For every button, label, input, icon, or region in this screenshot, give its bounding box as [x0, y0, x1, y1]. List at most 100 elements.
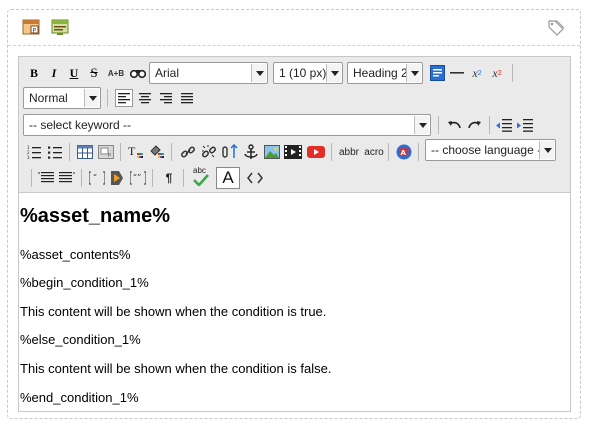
preview-icon[interactable] — [51, 18, 69, 36]
svg-text:T: T — [128, 144, 136, 158]
paragraph: This content will be shown when the cond… — [20, 304, 327, 319]
subscript-two: 2 — [477, 69, 482, 77]
toolbar-separator — [69, 143, 70, 161]
strikethrough-button[interactable]: S — [85, 64, 103, 82]
bold-button[interactable]: B — [25, 64, 43, 82]
heading-value: Heading 2 — [353, 66, 408, 80]
superscript-button[interactable]: x2 — [488, 64, 506, 82]
image-icon[interactable] — [263, 143, 281, 161]
quote-icon[interactable]: “ — [88, 169, 106, 187]
underline-button[interactable]: U — [65, 64, 83, 82]
table-properties-icon[interactable]: P — [97, 143, 115, 161]
toolbar-separator — [512, 64, 513, 82]
svg-text:A: A — [401, 149, 407, 157]
change-case-label: A+B — [107, 68, 125, 78]
keyword-value: -- select keyword -- — [29, 118, 132, 132]
pilcrow-glyph: ¶ — [165, 171, 173, 185]
svg-text:“: “ — [93, 173, 97, 182]
chevron-down-icon — [251, 64, 266, 82]
ordered-list-icon[interactable]: 123 — [25, 143, 43, 161]
toolbar-separator — [418, 143, 419, 161]
anchor-icon[interactable] — [242, 143, 260, 161]
wysiwyg-editor: B I U S A+B Arial 1 (10 px) Heading 2 x … — [18, 56, 571, 412]
acro-label: acro — [364, 146, 384, 158]
pilcrow-icon[interactable]: ¶ — [160, 169, 178, 187]
toolbar-separator — [81, 169, 82, 187]
block-style-icon[interactable] — [58, 169, 76, 187]
paragraph-style-value: Normal — [29, 91, 68, 105]
abbr-button[interactable]: abbr — [338, 143, 360, 161]
align-left-icon[interactable] — [115, 89, 133, 107]
toolbar-separator — [183, 169, 184, 187]
link-icon[interactable] — [179, 143, 197, 161]
bold-label: B — [29, 65, 38, 80]
font-family-value: Arial — [155, 66, 180, 80]
unlink-icon[interactable] — [200, 143, 218, 161]
align-center-icon[interactable] — [136, 89, 154, 107]
table-icon[interactable] — [76, 143, 94, 161]
svg-text:P: P — [33, 28, 37, 35]
style-icon[interactable] — [37, 169, 55, 187]
align-right-icon[interactable] — [157, 89, 175, 107]
align-justify-icon[interactable] — [178, 89, 196, 107]
video-icon[interactable] — [284, 143, 302, 161]
toolbar-separator — [489, 116, 490, 134]
find-replace-icon[interactable] — [129, 64, 147, 82]
redo-icon[interactable] — [466, 116, 484, 134]
chevron-down-icon — [84, 89, 99, 107]
text-color-a-label: A — [222, 168, 234, 187]
language-icon[interactable]: A — [395, 143, 413, 161]
toolbar-separator — [107, 89, 108, 107]
superscript-two: 2 — [497, 69, 502, 77]
container-top-bar: P — [8, 10, 580, 46]
paragraph-style-select[interactable]: Normal — [23, 87, 101, 109]
text-color-a-button[interactable]: A — [216, 167, 240, 189]
paragraph: %else_condition_1% — [20, 332, 141, 347]
keyword-select[interactable]: -- select keyword -- — [23, 114, 431, 136]
toolbar-separator — [331, 143, 332, 161]
asset-name-heading: %asset_name% — [20, 205, 171, 227]
outdent-icon[interactable] — [495, 116, 513, 134]
toolbar-separator — [388, 143, 389, 161]
youtube-icon[interactable] — [307, 143, 325, 161]
font-size-select[interactable]: 1 (10 px) — [273, 62, 343, 84]
strike-label: S — [90, 65, 98, 80]
inline-quote-icon[interactable]: “” — [129, 169, 147, 187]
toolbar-separator — [152, 169, 153, 187]
svg-text:P: P — [108, 153, 111, 159]
svg-text:3: 3 — [27, 155, 30, 159]
tag-icon[interactable] — [547, 18, 565, 36]
unordered-list-icon[interactable] — [46, 143, 64, 161]
chevron-down-icon — [414, 116, 429, 134]
paragraph: %begin_condition_1% — [20, 275, 149, 290]
undo-icon[interactable] — [445, 116, 463, 134]
indent-icon[interactable] — [516, 116, 534, 134]
properties-icon[interactable]: P — [22, 18, 40, 36]
horizontal-rule-icon[interactable] — [448, 64, 466, 82]
heading-select[interactable]: Heading 2 — [347, 62, 423, 84]
language-select[interactable]: -- choose language -- — [425, 139, 556, 161]
insert-link-icon[interactable] — [221, 143, 239, 161]
svg-text:“”: “” — [133, 173, 141, 182]
spellcheck-icon: abc — [191, 166, 213, 188]
italic-label: I — [51, 65, 57, 80]
paragraph: %end_condition_1% — [20, 390, 139, 405]
code-view-icon[interactable] — [245, 169, 265, 187]
text-color-icon[interactable]: T — [127, 143, 145, 161]
citation-icon[interactable] — [108, 169, 126, 187]
chevron-down-icon — [539, 141, 554, 159]
formatting-icon[interactable] — [428, 64, 446, 82]
change-case-button[interactable]: A+B — [105, 64, 127, 82]
toolbar-separator — [171, 143, 172, 161]
chevron-down-icon — [326, 64, 341, 82]
editor-toolbar: B I U S A+B Arial 1 (10 px) Heading 2 x … — [19, 57, 570, 193]
font-size-value: 1 (10 px) — [279, 66, 327, 80]
acronym-button[interactable]: acro — [363, 143, 385, 161]
font-family-select[interactable]: Arial — [149, 62, 268, 84]
toolbar-separator — [120, 143, 121, 161]
spellcheck-button[interactable]: abc — [191, 166, 213, 188]
highlight-color-icon[interactable] — [148, 143, 166, 161]
underline-label: U — [69, 65, 79, 80]
italic-button[interactable]: I — [45, 64, 63, 82]
subscript-button[interactable]: x2 — [468, 64, 486, 82]
